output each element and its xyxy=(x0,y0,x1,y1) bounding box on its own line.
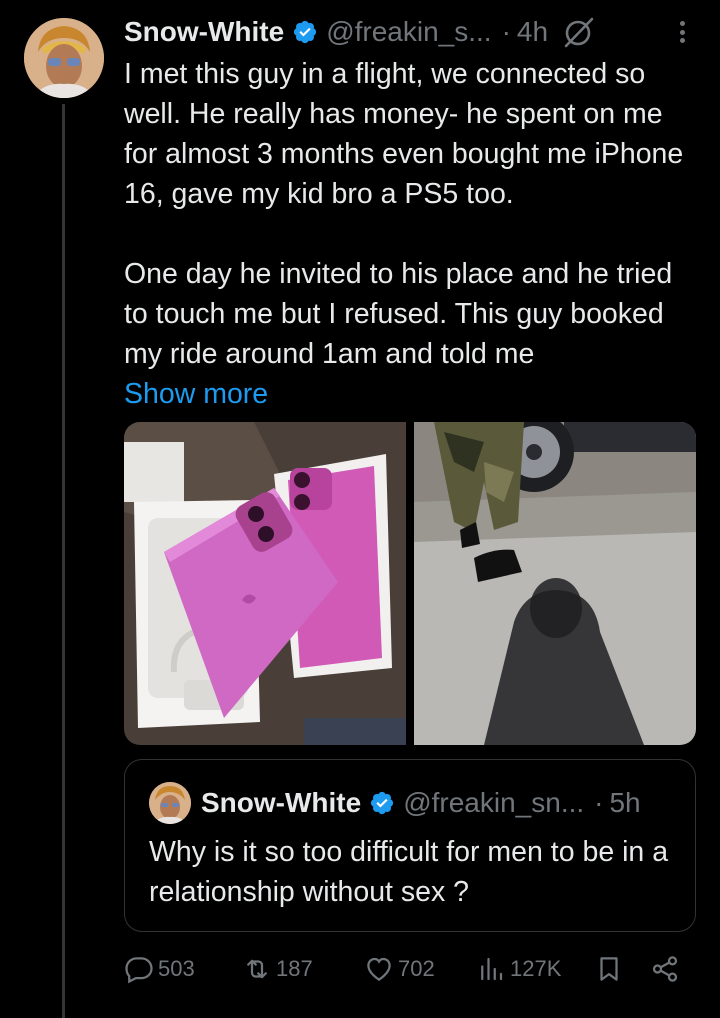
views-button[interactable]: 127K xyxy=(476,954,561,984)
post-paragraph-spacer xyxy=(124,214,696,254)
reply-button[interactable]: 503 xyxy=(124,954,195,984)
post-content: Snow-White @freakin_s... · 4h I met this… xyxy=(124,10,696,414)
media-image-shadow[interactable] xyxy=(414,422,696,745)
quoted-author-name: Snow-White xyxy=(201,787,362,818)
repost-button[interactable]: 187 xyxy=(242,954,313,984)
media-image-iphone[interactable] xyxy=(124,422,406,745)
quoted-post-time: 5h xyxy=(609,787,641,818)
action-bar: 503 187 702 127K xyxy=(124,948,696,988)
thread-line xyxy=(62,104,65,1018)
share-button[interactable] xyxy=(650,954,684,984)
post-header: Snow-White @freakin_s... · 4h xyxy=(124,10,696,54)
repost-count: 187 xyxy=(276,956,313,981)
quoted-post-text: Why is it so too difficult for men to be… xyxy=(149,836,669,908)
heart-icon xyxy=(367,957,391,981)
post-time[interactable]: 4h xyxy=(517,16,548,48)
verified-badge-icon xyxy=(294,20,317,44)
post-text: I met this guy in a flight, we connected… xyxy=(124,54,696,374)
views-icon xyxy=(481,957,503,981)
grok-icon[interactable] xyxy=(562,15,596,49)
share-icon xyxy=(652,956,678,982)
like-button[interactable]: 702 xyxy=(364,954,435,984)
post-paragraph-2: One day he invited to his place and he t… xyxy=(124,258,673,370)
quoted-author-avatar xyxy=(149,782,191,824)
more-options-icon[interactable] xyxy=(668,17,696,47)
verified-badge-icon xyxy=(371,791,394,815)
post-media xyxy=(124,422,696,745)
like-count: 702 xyxy=(398,956,435,981)
author-handle[interactable]: @freakin_s... xyxy=(326,16,491,48)
repost-icon xyxy=(247,959,267,979)
view-count: 127K xyxy=(510,956,562,981)
post-paragraph-1: I met this guy in a flight, we connected… xyxy=(124,58,684,210)
author-avatar[interactable] xyxy=(24,18,104,98)
bookmark-icon xyxy=(600,957,618,981)
bookmark-button[interactable] xyxy=(594,954,628,984)
separator-dot: · xyxy=(594,787,604,818)
reply-icon xyxy=(125,957,153,984)
reply-count: 503 xyxy=(158,956,195,981)
author-name[interactable]: Snow-White xyxy=(124,16,284,48)
quoted-post[interactable]: Snow-White @freakin_sn... · 5h Why is it… xyxy=(124,759,696,932)
quoted-author-handle: @freakin_sn... xyxy=(403,787,585,818)
quoted-post-header: Snow-White @freakin_sn... · 5h xyxy=(149,782,641,824)
show-more-link[interactable]: Show more xyxy=(124,374,696,414)
separator-dot: · xyxy=(501,16,511,47)
